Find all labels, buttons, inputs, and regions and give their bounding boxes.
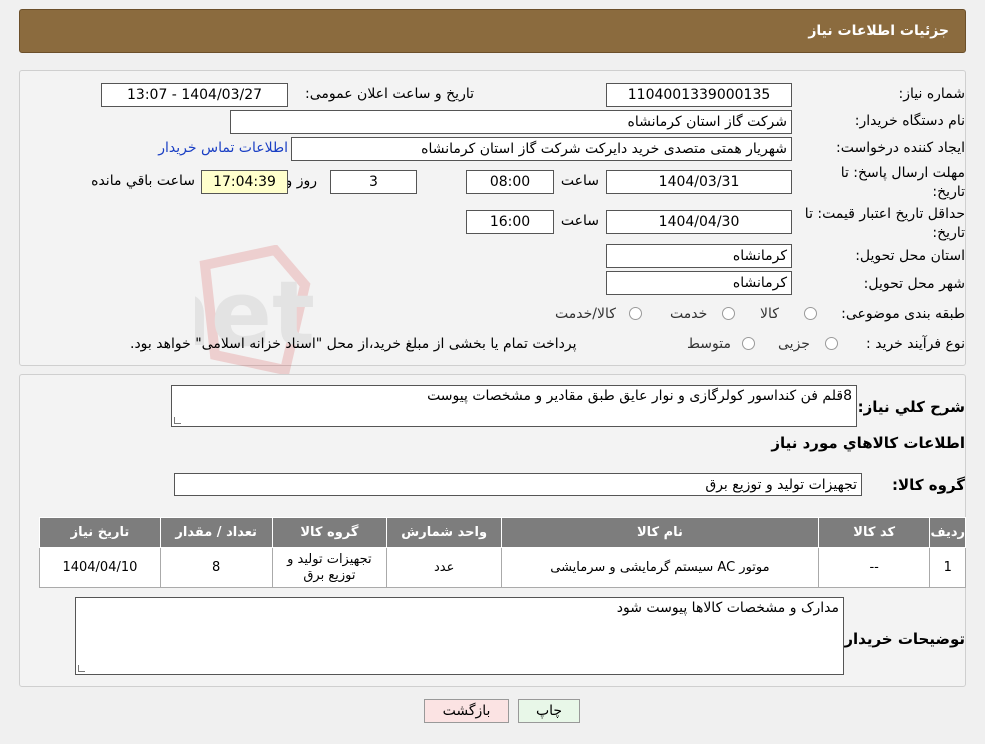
purchase-option-medium: متوسط	[687, 336, 731, 352]
validity-label: حداقل تاریخ اعتبار قیمت: تا تاریخ:	[804, 206, 965, 241]
remaining-label: ساعت باقي مانده	[91, 173, 195, 189]
purchase-type-label: نوع فرآیند خرید :	[866, 336, 965, 352]
need-number-field: 1104001339000135	[606, 83, 792, 107]
col-header-row-number: رديف	[929, 517, 966, 548]
category-radio-service[interactable]	[722, 307, 735, 320]
city-label: شهر محل تحویل:	[863, 276, 965, 292]
category-radio-goods[interactable]	[804, 307, 817, 320]
resize-handle-icon[interactable]	[174, 417, 181, 424]
buyer-org-label: نام دستگاه خریدار:	[854, 113, 965, 129]
deadline-date-field: 1404/03/31	[606, 170, 792, 194]
purchase-radio-medium[interactable]	[742, 337, 755, 350]
buyer-notes-textarea[interactable]: مدارک و مشخصات کالاها پیوست شود	[75, 597, 844, 675]
announce-label: تاریخ و ساعت اعلان عمومی:	[305, 86, 474, 102]
description-text: 8قلم فن کنداسور کولرگازی و نوار عایق طبق…	[427, 388, 852, 404]
cell-name: موتور AC سیستم گرمایشی و سرمایشی	[501, 547, 819, 588]
back-button[interactable]: بازگشت	[424, 699, 509, 723]
cell-row-number: 1	[929, 547, 966, 588]
goods-group-field: تجهیزات تولید و توزیع برق	[174, 473, 862, 496]
cell-group: تجهیزات تولید و توزیع برق	[271, 547, 388, 588]
validity-time-label: ساعت	[560, 213, 599, 229]
province-field: کرمانشاه	[606, 244, 792, 268]
remaining-time-field: 17:04:39	[201, 170, 288, 194]
province-label: استان محل تحویل:	[855, 248, 965, 264]
deadline-label: مهلت ارسال پاسخ: تا تاریخ:	[840, 165, 965, 200]
deadline-time-label: ساعت	[560, 173, 599, 189]
col-header-code: کد کالا	[817, 517, 931, 548]
category-label: طبقه بندی موضوعی:	[841, 306, 965, 322]
category-option-goods-service: کالا/خدمت	[555, 306, 616, 322]
cell-code: --	[817, 547, 931, 588]
items-table: رديف کد کالا نام کالا واحد شمارش گروه کا…	[39, 517, 966, 588]
col-header-name: نام کالا	[501, 517, 819, 548]
col-header-date: تاريخ نياز	[39, 517, 161, 548]
description-label: شرح کلي نياز:	[857, 398, 965, 416]
contact-buyer-link[interactable]: اطلاعات تماس خریدار	[158, 140, 288, 156]
days-field: 3	[330, 170, 417, 194]
need-number-label: شماره نیاز:	[898, 86, 966, 102]
goods-group-label: گروه کالا:	[892, 476, 965, 494]
print-button[interactable]: چاپ	[518, 699, 580, 723]
table-row: 1 -- موتور AC سیستم گرمایشی و سرمایشی عد…	[39, 547, 966, 588]
category-option-goods: کالا	[760, 306, 779, 322]
col-header-quantity: تعداد / مقدار	[159, 517, 273, 548]
city-field: کرمانشاه	[606, 271, 792, 295]
category-radio-goods-service[interactable]	[629, 307, 642, 320]
cell-quantity: 8	[159, 547, 273, 588]
category-option-service: خدمت	[670, 306, 708, 322]
cell-unit: عدد	[386, 547, 503, 588]
buyer-org-field: شرکت گاز استان کرمانشاه	[230, 110, 792, 134]
buyer-notes-label: توضيحات خريدار:	[838, 630, 965, 648]
buyer-notes-text: مدارک و مشخصات کالاها پیوست شود	[616, 600, 839, 616]
purchase-option-partial: جزیی	[778, 336, 810, 352]
description-textarea[interactable]: 8قلم فن کنداسور کولرگازی و نوار عایق طبق…	[171, 385, 857, 427]
days-label: روز و	[285, 173, 318, 189]
announce-field: 1404/03/27 - 13:07	[101, 83, 288, 107]
validity-time-field: 16:00	[466, 210, 554, 234]
goods-info-title: اطلاعات کالاهاي مورد نياز	[771, 434, 965, 452]
cell-date: 1404/04/10	[39, 547, 161, 588]
col-header-group: گروه کالا	[271, 517, 388, 548]
page-header: جزئیات اطلاعات نیاز	[19, 9, 966, 53]
creator-field: شهریار همتی متصدی خرید دایرکت شرکت گاز ا…	[291, 137, 792, 161]
table-header-row: رديف کد کالا نام کالا واحد شمارش گروه کا…	[39, 517, 966, 548]
purchase-note: پرداخت تمام یا بخشی از مبلغ خرید،از محل …	[130, 336, 577, 352]
purchase-radio-partial[interactable]	[825, 337, 838, 350]
validity-date-field: 1404/04/30	[606, 210, 792, 234]
col-header-unit: واحد شمارش	[386, 517, 503, 548]
page-title: جزئیات اطلاعات نیاز	[808, 23, 949, 39]
deadline-time-field: 08:00	[466, 170, 554, 194]
resize-handle-icon[interactable]	[78, 665, 85, 672]
creator-label: ایجاد کننده درخواست:	[836, 140, 965, 156]
